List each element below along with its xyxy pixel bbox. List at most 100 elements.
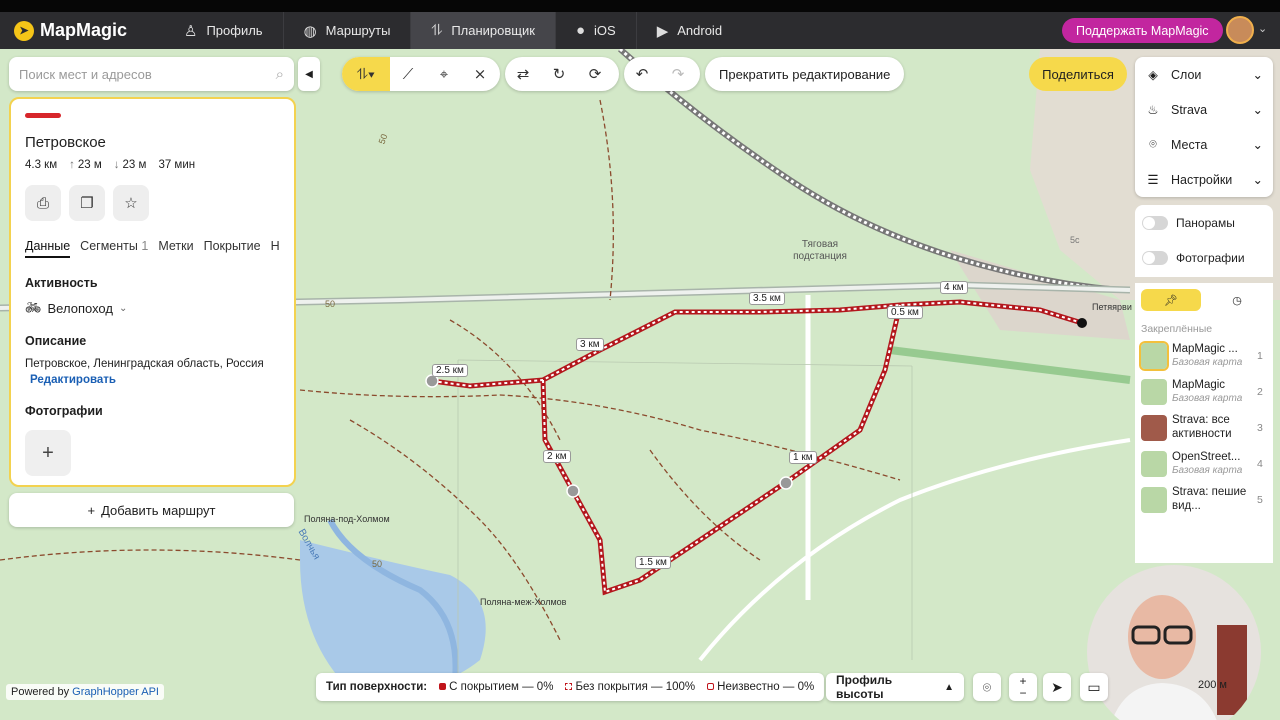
straight-line-button[interactable]: ⟋ (390, 57, 426, 91)
layer-item[interactable]: MapMagic ... Базовая карта 1 (1139, 341, 1267, 371)
contour-label: 50 (325, 299, 336, 309)
delete-point-button[interactable]: ⨯ (462, 57, 498, 91)
logo[interactable]: ➤ MapMagic (14, 20, 154, 41)
menu-strava[interactable]: ♨ Strava ⌄ (1135, 92, 1273, 127)
add-point-button[interactable]: ⌖ (426, 57, 462, 91)
route-start-point[interactable] (1077, 318, 1087, 328)
grid (457, 359, 913, 680)
surface-unpaved: Без покрытия — 100% (565, 681, 695, 693)
support-button[interactable]: Поддержать MapMagic (1062, 18, 1223, 43)
menu-label: Слои (1171, 67, 1202, 82)
route-tools: ⇄ ↻ ⟳ (505, 57, 619, 91)
layer-item[interactable]: MapMagic Базовая карта 2 (1141, 377, 1267, 407)
layer-item[interactable]: Strava: пешие вид... 5 (1141, 485, 1267, 515)
redo-button[interactable]: ↷ (660, 57, 696, 91)
right-menu: ◈ Слои ⌄ ♨ Strava ⌄ ⌾ Места ⌄ ☰ Настройк… (1135, 57, 1273, 197)
pin-icon: ⌖ (439, 65, 449, 83)
nav-label: Планировщик (451, 23, 535, 38)
loop-icon: ↻ (552, 66, 566, 83)
toggle-panoramas[interactable]: Панорамы (1135, 205, 1273, 240)
chevron-down-icon[interactable]: ⌄ (1258, 22, 1267, 35)
collapse-panel-button[interactable]: ◀ (298, 57, 320, 91)
tab-pinned[interactable]: 📌︎ (1141, 289, 1201, 311)
map-scale: 200 м (1198, 679, 1227, 691)
route-waypoint[interactable] (566, 484, 580, 498)
ruler-button[interactable]: ▭ (1080, 673, 1108, 701)
toggle-photos[interactable]: Фотографии (1135, 240, 1273, 275)
activity-select[interactable]: 🚲︎ Велопоход ⌄ (25, 300, 280, 316)
loop-route-button[interactable]: ↻ (541, 57, 577, 91)
tab-surface[interactable]: Покрытие (204, 239, 261, 258)
layer-item[interactable]: OpenStreet... Базовая карта 4 (1141, 449, 1267, 479)
place-label: Тяговая подстанция (793, 239, 847, 262)
copy-button[interactable]: ❐ (69, 185, 105, 221)
history-tools: ↶ ↷ (624, 57, 700, 91)
attribution-link[interactable]: GraphHopper API (72, 686, 159, 698)
surface-paved: С покрытием — 0% (439, 681, 553, 693)
photos-switch[interactable] (1142, 250, 1168, 265)
panoramas-switch[interactable] (1142, 215, 1168, 230)
add-route-button[interactable]: + Добавить маршрут (9, 493, 294, 527)
menu-label: Места (1171, 137, 1208, 152)
route-title[interactable]: Петровское (25, 134, 280, 151)
tab-label: Сегменты (80, 239, 138, 253)
add-photo-button[interactable]: + (25, 430, 71, 476)
chevron-down-icon: ⌄ (1252, 103, 1263, 117)
contour-label: 5с (1070, 235, 1080, 245)
delete-icon: ⨯ (473, 66, 487, 83)
chevron-down-icon: ⌄ (1252, 138, 1263, 152)
chevron-down-icon: ⌄ (1252, 173, 1263, 187)
route-mode-icon: ⥮▾ (356, 65, 376, 83)
photos-heading: Фотографии (25, 404, 103, 418)
search-box: ⌕ (9, 57, 294, 91)
zoom-control[interactable]: + − (1009, 673, 1037, 701)
share-button[interactable]: Поделиться (1029, 57, 1127, 91)
place-label: Петяярви (1092, 302, 1132, 312)
ascent-stat: ↑ 23 м (69, 159, 102, 171)
elevation-profile-button[interactable]: Профиль высоты ▲ (826, 673, 964, 701)
avatar[interactable] (1226, 16, 1254, 44)
search-input[interactable] (19, 66, 276, 82)
tab-recent[interactable]: ◷ (1207, 289, 1267, 311)
layer-name: Strava: пешие вид... (1172, 486, 1247, 512)
search-icon[interactable]: ⌕ (276, 66, 284, 83)
layer-thumbnail (1139, 341, 1169, 371)
route-mode-button[interactable]: ⥮▾ (342, 57, 390, 91)
undo-button[interactable]: ↶ (624, 57, 660, 91)
tab-marks[interactable]: Метки (158, 239, 193, 258)
logo-text: MapMagic (40, 20, 128, 40)
route-icon: ⥮ (431, 22, 443, 39)
fit-route-button[interactable]: ⌾ (973, 673, 1001, 701)
attribution-prefix: Powered by (11, 686, 73, 698)
zoom-out-icon[interactable]: − (1019, 687, 1026, 699)
nav-item-ios[interactable]: ● iOS (556, 12, 637, 49)
power-line-clearing (889, 346, 1131, 384)
locate-button[interactable]: ➤ (1043, 673, 1071, 701)
nav-item-android[interactable]: ▶ Android (637, 12, 742, 49)
layer-item[interactable]: Strava: все активности 3 (1141, 413, 1267, 443)
nav-item-routes[interactable]: ◍ Маршруты (284, 12, 412, 49)
pinned-label: Закреплённые (1141, 323, 1213, 335)
route-color-bar[interactable] (25, 113, 61, 118)
km-marker: 1.5 км (635, 556, 671, 569)
document-export-icon: ⎙ (36, 194, 49, 212)
refresh-route-button[interactable]: ⟳ (577, 57, 613, 91)
menu-layers[interactable]: ◈ Слои ⌄ (1135, 57, 1273, 92)
menu-settings[interactable]: ☰ Настройки ⌄ (1135, 162, 1273, 197)
nav-item-profile[interactable]: ♙ Профиль (164, 12, 284, 49)
favorite-button[interactable]: ☆ (113, 185, 149, 221)
km-marker: 2 км (543, 450, 571, 463)
nav-item-planner[interactable]: ⥮ Планировщик (411, 12, 556, 49)
route-waypoint[interactable] (779, 476, 793, 490)
plus-icon: + (42, 441, 54, 464)
layer-sub: Базовая карта (1172, 464, 1243, 476)
menu-places[interactable]: ⌾ Места ⌄ (1135, 127, 1273, 162)
tab-data[interactable]: Данные (25, 239, 71, 258)
elevation-label: Профиль высоты (836, 673, 893, 701)
stop-editing-button[interactable]: Прекратить редактирование (705, 57, 905, 91)
tab-more[interactable]: На (271, 239, 280, 258)
reverse-route-button[interactable]: ⇄ (505, 57, 541, 91)
tab-segments[interactable]: Сегменты 1 (80, 239, 148, 258)
export-button[interactable]: ⎙ (25, 185, 61, 221)
edit-description-link[interactable]: Редактировать (25, 374, 280, 386)
